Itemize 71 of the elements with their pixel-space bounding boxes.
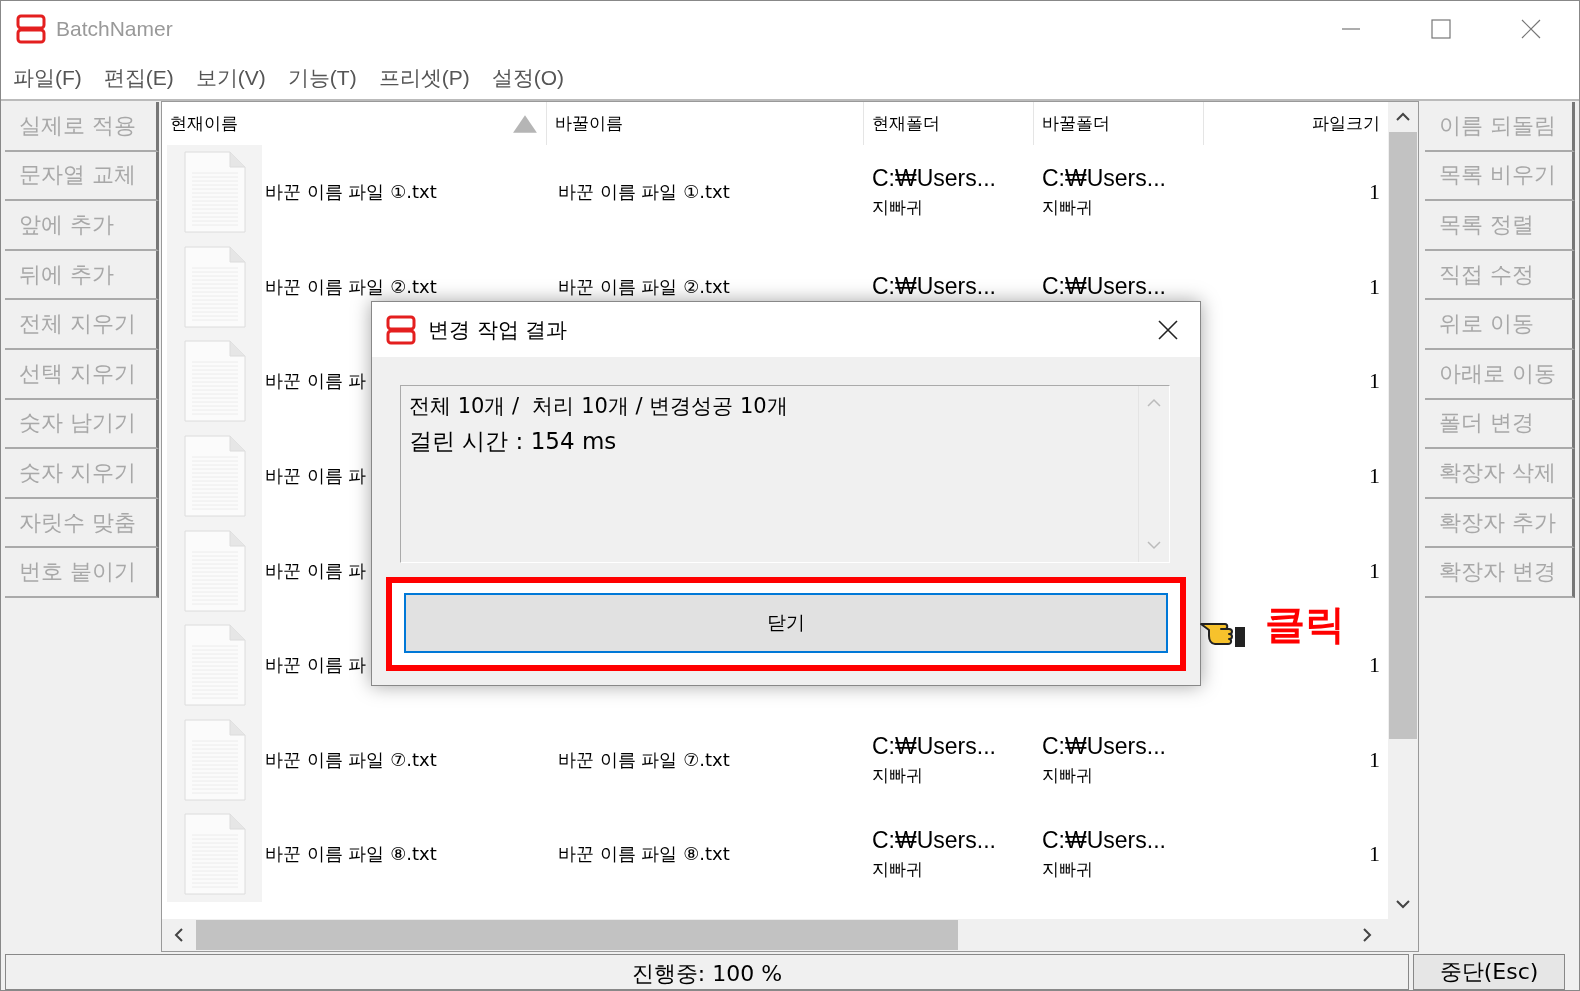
document-icon [183,245,246,328]
column-header[interactable]: 바꿀폴더 [1034,102,1204,145]
document-icon [183,718,246,801]
menu-item[interactable]: 파일(F) [13,64,82,92]
folder-path: C:₩Users... [872,732,996,760]
file-name: 바꾼 이름 파일 ⑦.txt [558,747,730,772]
file-name: 바꾼 이름 파 [265,464,367,489]
file-size: 1 [1369,746,1380,773]
app-logo-icon [16,14,46,44]
document-icon [183,435,246,518]
column-header[interactable]: 파일크기 [1204,102,1388,145]
dialog-title: 변경 작업 결과 [428,316,568,344]
close-button[interactable]: 닫기 [404,593,1168,653]
scroll-left-icon[interactable] [174,928,184,942]
folder-path: C:₩Users... [1042,273,1166,301]
file-name: 바꾼 이름 파 [265,369,367,394]
scroll-down-icon[interactable] [1396,899,1410,909]
file-size: 1 [1369,841,1380,868]
result-line: 걸린 시간 : 154 ms [409,427,618,456]
folder-name: 지빠귀 [872,196,923,220]
document-icon [183,151,246,234]
document-icon [183,529,246,612]
file-size: 1 [1369,368,1380,395]
window-title: BatchNamer [56,17,173,41]
file-size: 1 [1369,273,1380,300]
file-name: 바꾼 이름 파일 ②.txt [558,274,730,299]
folder-path: C:₩Users... [1042,732,1166,760]
file-name: 바꾼 이름 파일 ⑦.txt [265,747,437,772]
callout-label: 클릭 [1265,600,1345,649]
file-name: 바꾼 이름 파일 ②.txt [265,274,437,299]
scrollbar-thumb[interactable] [1389,132,1417,739]
scrollbar-thumb[interactable] [196,920,958,950]
menu-item[interactable]: 보기(V) [195,64,266,92]
document-icon [183,624,246,707]
column-header[interactable]: 바꿀이름 [547,102,864,145]
folder-name: 지빠귀 [1042,858,1093,882]
file-name: 바꾼 이름 파일 ①.txt [558,180,730,205]
menu-item[interactable]: 프리셋(P) [378,64,470,92]
file-name: 바꾼 이름 파일 ⑧.txt [265,842,437,867]
sort-arrow-icon [512,113,538,134]
file-name: 바꾼 이름 파일 ①.txt [265,180,437,205]
menu-item[interactable]: 설정(O) [491,64,564,92]
column-header[interactable]: 현재폴더 [864,102,1034,145]
folder-path: C:₩Users... [1042,165,1166,193]
file-name: 바꾼 이름 파일 ⑧.txt [558,842,730,867]
file-size: 1 [1369,557,1380,584]
result-line: 전체 10개 / 처리 10개 / 변경성공 10개 [409,393,789,420]
scroll-up-icon[interactable] [1396,112,1410,122]
folder-name: 지빠귀 [872,763,923,787]
file-size: 1 [1369,652,1380,679]
folder-path: C:₩Users... [872,827,996,855]
file-name: 바꾼 이름 파 [265,558,367,583]
folder-path: C:₩Users... [872,165,996,193]
file-size: 1 [1369,179,1380,206]
app-logo-icon [386,314,416,345]
menu-item[interactable]: 기능(T) [287,64,357,92]
document-icon [183,813,246,896]
folder-name: 지빠귀 [1042,763,1093,787]
menu-item[interactable]: 편집(E) [103,64,174,92]
stop-button[interactable]: 중단(Esc) [1413,954,1565,990]
file-name: 바꾼 이름 파 [265,653,367,678]
progress-text: 진행중: 100 % [631,960,783,988]
close-icon[interactable] [1158,319,1178,340]
folder-name: 지빠귀 [872,858,923,882]
document-icon [183,340,246,423]
maximize-icon[interactable] [1431,19,1451,39]
folder-name: 지빠귀 [1042,196,1093,220]
scroll-right-icon[interactable] [1362,928,1372,942]
file-size: 1 [1369,463,1380,490]
folder-path: C:₩Users... [1042,827,1166,855]
folder-path: C:₩Users... [872,273,996,301]
